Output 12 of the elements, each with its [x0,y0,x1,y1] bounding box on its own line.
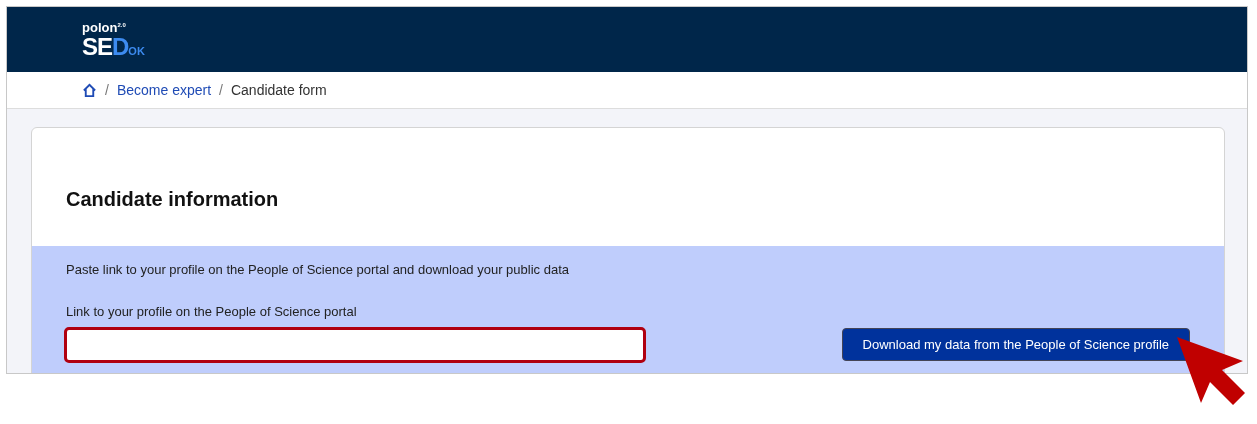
download-button[interactable]: Download my data from the People of Science profile [841,327,1190,361]
breadcrumb-separator: / [105,82,109,98]
pointer-arrow-icon [1174,334,1246,406]
breadcrumb-separator: / [219,82,223,98]
breadcrumb-current: Candidate form [230,82,327,98]
logo[interactable]: polon$^{2.0}$ SEDOK [82,20,145,59]
home-icon[interactable] [82,82,97,98]
breadcrumb-link[interactable]: Become expert [116,82,212,98]
section-title: Candidate information [66,188,280,212]
profile-link-field[interactable] [64,327,646,363]
instruction-text: Paste link to your profile on the People of Science portal and download your public data [66,262,570,277]
field-label: Link to your profile on the People of Science portal [66,304,358,319]
